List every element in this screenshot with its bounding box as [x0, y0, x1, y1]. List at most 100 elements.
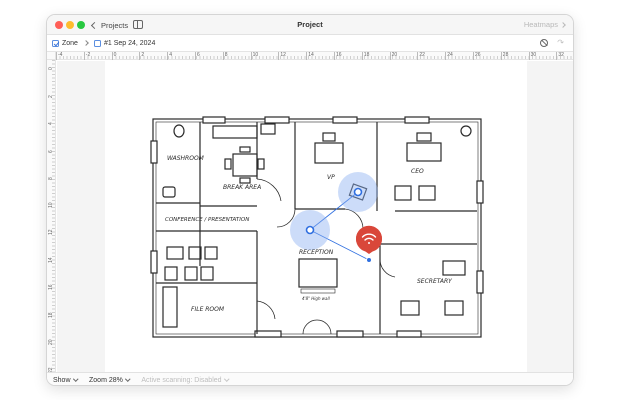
ruler-tick-label: 18	[361, 52, 370, 60]
room-label-washroom: WASHROOM	[167, 155, 205, 162]
ruler-tick-label: 18	[48, 311, 54, 318]
show-menu-button[interactable]: Show	[53, 376, 78, 384]
window	[264, 116, 290, 124]
chair	[257, 158, 265, 170]
ruler-tick-label: 30	[528, 52, 537, 60]
armchair	[394, 185, 412, 201]
room-label-break-area: BREAK AREA	[223, 184, 261, 191]
ruler-tick-label: 6	[48, 149, 54, 153]
title-bar: Projects Project Heatmaps	[47, 15, 573, 35]
room-label-vp: VP	[327, 174, 335, 181]
chair	[416, 132, 432, 142]
ruler-tick-label: 28	[500, 52, 509, 60]
zone-label[interactable]: Zone	[62, 40, 78, 47]
door	[256, 300, 276, 320]
ruler-tick-label: 4	[48, 122, 54, 125]
zoom-menu-button[interactable]: Zoom 28%	[89, 376, 131, 384]
horizontal-ruler: -4 -2 0 2 4 6 8 10 12 14 16 18 20 22 24 26 28 30 32	[55, 51, 573, 60]
ruler-tick-label: 4	[167, 52, 172, 60]
ruler-corner	[47, 51, 56, 60]
ruler-tick-label: 12	[278, 52, 286, 60]
window	[404, 116, 430, 124]
active-scanning-label: Active scanning: Disabled	[141, 376, 222, 384]
door	[379, 258, 396, 278]
window	[396, 330, 422, 338]
ruler-tick-label: 16	[334, 52, 342, 60]
desk	[400, 300, 420, 316]
plant	[460, 125, 472, 137]
window-title: Project	[297, 20, 323, 29]
app-window: Projects Project Heatmaps Zone #1 Sep 24…	[46, 14, 574, 386]
chevron-down-icon	[223, 376, 229, 382]
chair	[184, 266, 198, 281]
room-label-ceo: CEO	[411, 168, 424, 175]
vertical-ruler: 0 2 4 6 8 10 12 14 16 18 20 22	[47, 60, 56, 373]
room-label-file-room: FILE ROOM	[191, 306, 225, 313]
table	[232, 153, 258, 177]
desk	[314, 142, 344, 164]
scan-checkbox[interactable]	[93, 39, 101, 47]
ruler-tick-label: 0	[48, 67, 54, 70]
chevron-right-icon	[560, 21, 566, 28]
room-label-conference: CONFERENCE / PRESENTATION	[165, 217, 249, 223]
chair	[224, 158, 232, 170]
floor-plan[interactable]: WASHROOM BREAK AREA CONFERENCE / PRESENT…	[105, 61, 527, 372]
cabinet	[162, 286, 178, 328]
chevron-down-icon	[72, 376, 78, 382]
counter	[212, 125, 258, 139]
chair	[188, 246, 202, 260]
cabinet	[442, 260, 466, 276]
desk	[444, 300, 464, 316]
ruler-tick-label: -2	[83, 52, 91, 60]
window	[150, 250, 158, 274]
ruler-tick-label: 22	[417, 52, 425, 60]
heatmaps-button[interactable]: Heatmaps	[523, 20, 566, 29]
reception-desk	[298, 258, 338, 288]
heatmaps-label: Heatmaps	[523, 20, 558, 29]
redo-icon[interactable]: ↷	[557, 38, 564, 47]
floor-plan-sheet: WASHROOM BREAK AREA CONFERENCE / PRESENT…	[105, 61, 527, 372]
prohibit-icon[interactable]	[540, 39, 548, 47]
sink	[162, 186, 176, 198]
ruler-tick-label: 20	[389, 52, 398, 60]
scan-point[interactable]	[305, 225, 315, 235]
ruler-tick-label: 14	[306, 52, 314, 60]
high-wall	[300, 288, 336, 294]
window	[150, 140, 158, 164]
ruler-tick-label: 14	[48, 256, 54, 263]
reception-note: 4'8" High wall	[302, 296, 331, 301]
window	[476, 180, 484, 204]
scan-label[interactable]: #1 Sep 24, 2024	[104, 40, 155, 47]
ruler-tick-label: 10	[250, 52, 259, 60]
chair	[204, 246, 218, 260]
chair	[239, 177, 251, 184]
desk	[406, 142, 442, 162]
ruler-tick-label: 26	[473, 52, 481, 60]
room-label-reception: RECEPTION	[299, 249, 334, 256]
armchair	[418, 185, 436, 201]
ruler-tick-label: 8	[48, 177, 54, 180]
chair	[322, 132, 336, 142]
window	[336, 330, 364, 338]
ruler-tick-label: 2	[139, 52, 145, 60]
fridge	[260, 123, 276, 135]
canvas-area[interactable]: WASHROOM BREAK AREA CONFERENCE / PRESENT…	[57, 61, 573, 372]
ruler-tick-label: 8	[222, 52, 228, 60]
access-point-marker[interactable]	[356, 225, 383, 263]
entrance-door	[302, 319, 332, 335]
chevron-down-icon	[125, 376, 131, 382]
window	[476, 270, 484, 294]
active-scanning-menu[interactable]: Active scanning: Disabled	[141, 376, 229, 384]
status-bar: Show Zoom 28% Active scanning: Disabled	[47, 372, 573, 385]
ruler-tick-label: -4	[55, 52, 63, 60]
chair	[164, 266, 178, 281]
breadcrumb: Zone #1 Sep 24, 2024 ↷	[47, 36, 573, 50]
scan-point[interactable]	[353, 187, 363, 197]
ruler-tick-label: 10	[48, 201, 54, 208]
zoom-label: Zoom 28%	[89, 376, 123, 384]
window	[254, 330, 282, 338]
chair	[239, 146, 251, 153]
ruler-tick-label: 16	[48, 284, 54, 290]
zone-checkbox[interactable]	[52, 39, 59, 47]
door	[344, 208, 364, 230]
